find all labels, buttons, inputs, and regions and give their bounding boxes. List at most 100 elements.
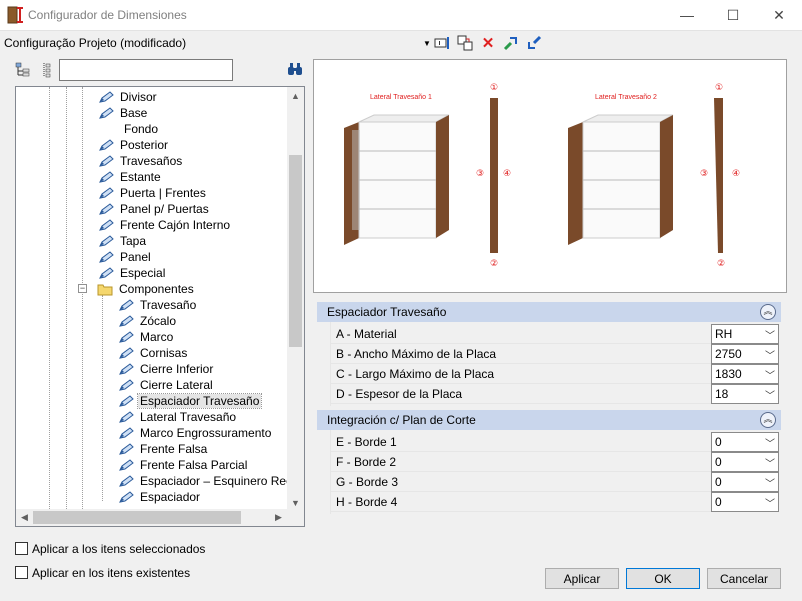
property-name: G - Borde 3: [336, 475, 399, 489]
tree-item[interactable]: Marco Engrossuramento: [118, 425, 273, 441]
cancel-button[interactable]: Cancelar: [707, 568, 781, 589]
pencil-icon: [98, 106, 114, 120]
tree-item-label: Panel p/ Puertas: [120, 202, 209, 216]
property-value-dropdown[interactable]: 0 ﹀: [711, 432, 779, 452]
property-value-dropdown[interactable]: 18 ﹀: [711, 384, 779, 404]
property-value-dropdown[interactable]: 0 ﹀: [711, 452, 779, 472]
tree-item[interactable]: Lateral Travesaño: [118, 409, 238, 425]
app-icon: [7, 6, 23, 24]
tree-item[interactable]: Panel p/ Puertas: [98, 201, 211, 217]
tree-item[interactable]: Divisor: [98, 89, 159, 105]
tree-item[interactable]: Panel: [98, 249, 153, 265]
tree-item-label: Espaciador Travesaño: [136, 393, 263, 409]
expand-all-icon[interactable]: [13, 60, 33, 80]
collapse-icon[interactable]: ︽: [760, 412, 776, 428]
apply-existing-checkbox[interactable]: [15, 566, 28, 579]
export-icon[interactable]: [502, 34, 520, 52]
pencil-icon: [118, 362, 134, 376]
apply-selected-label[interactable]: Aplicar a los itens seleccionados: [32, 542, 205, 556]
tree-item-label: Travesaños: [120, 154, 183, 168]
property-value-dropdown[interactable]: 0 ﹀: [711, 472, 779, 492]
tree-item[interactable]: Frente Cajón Interno: [98, 217, 232, 233]
tree-item[interactable]: Estante: [98, 169, 163, 185]
category-integracion[interactable]: Integración c/ Plan de Corte ︽: [317, 410, 781, 430]
property-row: A - Material RH ﹀: [330, 324, 779, 344]
collapse-node-icon[interactable]: −: [78, 284, 87, 293]
collapse-icon[interactable]: ︽: [760, 304, 776, 320]
tree-item[interactable]: Espaciador: [118, 489, 202, 505]
property-value: 0: [715, 495, 722, 509]
tree-item[interactable]: Espaciador Travesaño: [118, 393, 263, 409]
tree-item-label: Posterior: [120, 138, 169, 152]
tree-vertical-scroll-thumb[interactable]: [289, 155, 302, 347]
tree-item[interactable]: Zócalo: [118, 313, 178, 329]
apply-button[interactable]: Aplicar: [545, 568, 619, 589]
tree-search-input[interactable]: [59, 59, 233, 81]
minimize-icon: —: [680, 7, 694, 23]
tree-item[interactable]: Especial: [98, 265, 167, 281]
preview-panel: Lateral Travesaño 1 Lateral Travesaño 2 …: [313, 59, 787, 293]
tree-item[interactable]: Base: [98, 105, 149, 121]
property-value-dropdown[interactable]: 2750 ﹀: [711, 344, 779, 364]
apply-selected-checkbox[interactable]: [15, 542, 28, 555]
import-icon[interactable]: [525, 34, 543, 52]
tree-item[interactable]: Travesaño: [118, 297, 198, 313]
pencil-icon: [118, 474, 134, 488]
pencil-icon: [98, 90, 114, 104]
preview-illustration: Lateral Travesaño 1 Lateral Travesaño 2 …: [344, 83, 740, 269]
tree-item-label: Travesaño: [140, 298, 197, 312]
tree-vertical-scrollbar[interactable]: ▲ ▼: [287, 87, 304, 511]
cabinet-left: [344, 114, 450, 245]
tree-item[interactable]: Fondo: [122, 121, 160, 137]
tree-item[interactable]: Travesaños: [98, 153, 184, 169]
tree-item[interactable]: Espaciador – Esquinero Recto: [118, 473, 287, 489]
tree-item[interactable]: Componentes: [97, 281, 196, 297]
tree-item[interactable]: Posterior: [98, 137, 170, 153]
tree-item[interactable]: Cornisas: [118, 345, 189, 361]
pencil-icon: [98, 138, 114, 152]
tree-item[interactable]: Cierre Lateral: [118, 377, 215, 393]
tree-item-label: Componentes: [119, 282, 194, 296]
property-value-dropdown[interactable]: 0 ﹀: [711, 492, 779, 512]
property-row: H - Borde 4 0 ﹀: [330, 492, 779, 512]
property-name: H - Borde 4: [336, 495, 398, 509]
category-title: Espaciador Travesaño: [327, 305, 447, 319]
tree-horizontal-scroll-thumb[interactable]: [33, 511, 241, 524]
tree-horizontal-scrollbar[interactable]: ◀ ▶: [16, 509, 304, 526]
pencil-icon: [98, 266, 114, 280]
tree-item[interactable]: Cierre Inferior: [118, 361, 215, 377]
property-value: 18: [715, 387, 729, 401]
copy-config-icon[interactable]: [456, 34, 474, 52]
property-value-dropdown[interactable]: 1830 ﹀: [711, 364, 779, 384]
property-name: F - Borde 2: [336, 455, 397, 469]
title-bar: Configurador de Dimensiones — ☐ ✕: [0, 0, 802, 31]
category-espaciador[interactable]: Espaciador Travesaño ︽: [317, 302, 781, 322]
binoculars-icon[interactable]: [286, 60, 304, 78]
ok-button[interactable]: OK: [626, 568, 700, 589]
tree-item[interactable]: Tapa: [98, 233, 148, 249]
minimize-button[interactable]: —: [664, 0, 710, 30]
apply-existing-label[interactable]: Aplicar en los itens existentes: [32, 566, 190, 580]
delete-icon[interactable]: ✕: [479, 34, 497, 52]
maximize-button[interactable]: ☐: [710, 0, 756, 30]
tree-item[interactable]: Marco: [118, 329, 175, 345]
close-button[interactable]: ✕: [756, 0, 802, 30]
property-value-dropdown[interactable]: RH ﹀: [711, 324, 779, 344]
tree-item-label: Marco: [140, 330, 174, 344]
tree-item[interactable]: Frente Falsa Parcial: [118, 457, 249, 473]
marker-2-right: ②: [717, 259, 725, 269]
scroll-left-icon[interactable]: ◀: [16, 509, 33, 526]
cabinet-right: [568, 114, 674, 245]
components-tree[interactable]: Divisor Base Fondo Posterior Travesaños Estan…: [15, 86, 305, 527]
tree-item-label: Divisor: [120, 90, 157, 104]
pencil-icon: [98, 154, 114, 168]
property-row: B - Ancho Máximo de la Placa 2750 ﹀: [330, 344, 779, 364]
scroll-up-icon[interactable]: ▲: [287, 87, 304, 104]
property-name: D - Espesor de la Placa: [336, 387, 463, 401]
scroll-right-icon[interactable]: ▶: [270, 509, 287, 526]
tree-item[interactable]: Frente Falsa: [118, 441, 209, 457]
tree-item[interactable]: Puerta | Frentes: [98, 185, 208, 201]
rename-icon[interactable]: [433, 34, 451, 52]
collapse-all-icon[interactable]: [36, 60, 56, 80]
chevron-down-icon: ﹀: [765, 479, 775, 490]
